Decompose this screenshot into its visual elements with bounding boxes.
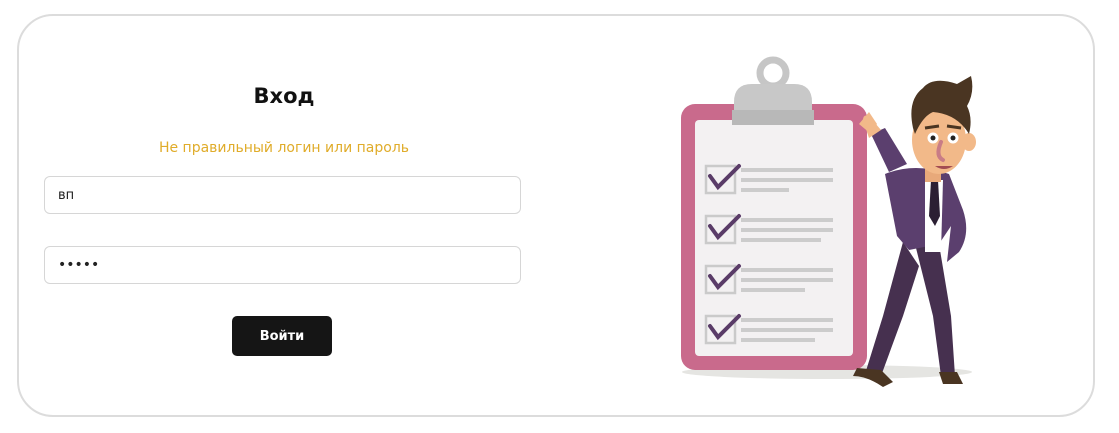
login-card: Вход Не правильный логин или пароль ••••… [17, 14, 1095, 417]
login-input[interactable] [44, 176, 521, 214]
checklist-businessman-illustration [681, 56, 976, 387]
businessman [853, 76, 976, 387]
login-button[interactable]: Войти [232, 316, 332, 356]
checklist-row-2 [704, 214, 833, 245]
password-input[interactable]: ••••• [44, 246, 521, 284]
password-mask: ••••• [58, 257, 100, 273]
checklist-row-4 [704, 314, 833, 345]
page-title: Вход [253, 84, 315, 108]
clipboard [681, 56, 867, 370]
error-message: Не правильный логин или пароль [158, 140, 410, 156]
